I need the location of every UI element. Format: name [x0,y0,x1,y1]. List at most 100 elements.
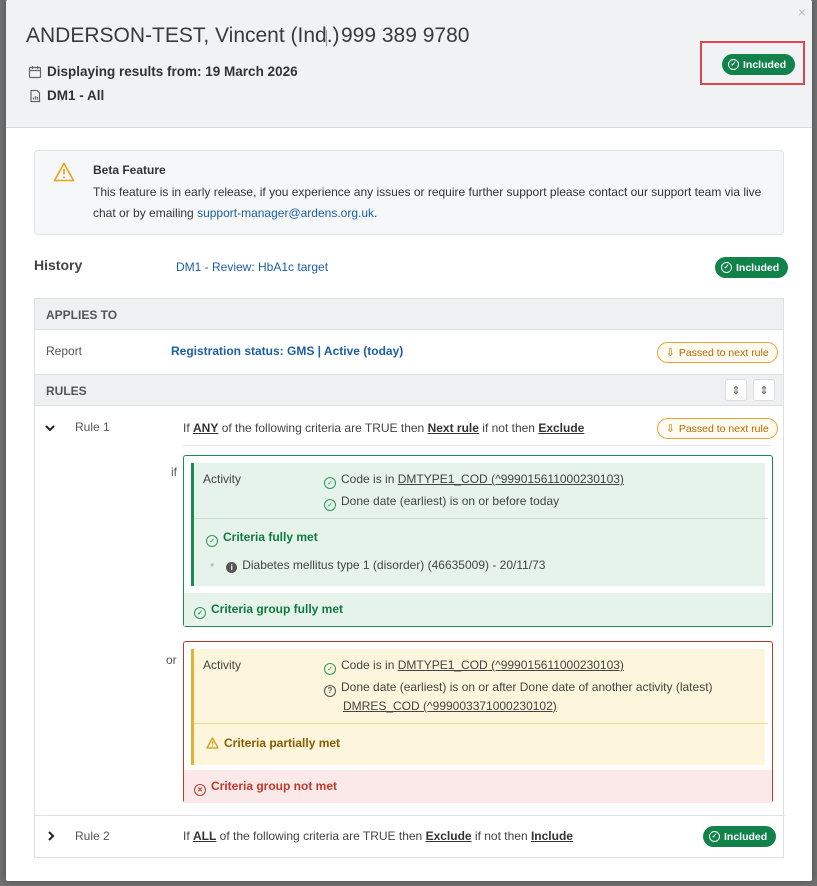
rules-heading: RULES [46,384,87,398]
rule-2-divider [35,815,785,816]
result-modal: × ANDERSON-TEST, Vincent (Ind.) 999 389 … [6,0,812,881]
header-status-badge: ✓ Included [722,54,796,75]
rule-1-description: If ANY of the following criteria are TRU… [183,421,584,435]
rule-2-then: Exclude [425,829,472,843]
beta-body: This feature is in early release, if you… [93,182,783,224]
chevron-right-icon[interactable] [46,830,56,842]
criterion-1b-text: Done date (earliest) is on or before tod… [341,494,560,508]
check-circle-icon: ✓ [324,499,336,511]
criterion-2b-ref: (^999003371000230102) [419,699,557,713]
info-icon: i [226,562,238,573]
close-icon[interactable]: × [798,4,806,20]
modal-header: × ANDERSON-TEST, Vincent (Ind.) 999 389 … [6,0,812,128]
group-1-status-label: Criteria group fully met [211,602,344,616]
header-divider [326,30,327,46]
rule-1-label: Rule 1 [75,420,110,434]
displaying-results-label: Displaying results from: 19 March 2026 [47,64,298,79]
rule-2-text-pre: If [183,829,194,843]
chevron-down-icon[interactable] [44,423,56,433]
header-status-label: Included [743,58,787,71]
history-label: History [34,257,83,273]
rule-1-text-mid2: if not then [478,421,539,435]
criterion-2b-text: Done date (earliest) is on or after Done… [341,680,713,694]
criterion-1a-code[interactable]: DMTYPE1_COD [398,472,488,486]
criterion-1b: ✓ Done date (earliest) is on or before to… [324,494,559,511]
criterion-2a: ✓ Code is in DMTYPE1_COD (^99901561100023… [324,658,624,675]
connector-or: or [166,653,177,667]
check-circle-icon: ✓ [728,59,739,70]
criteria-1-met: ✓ Criteria fully met [206,530,318,547]
applies-to-heading: APPLIES TO [46,308,118,322]
criteria-group-1: Activity ✓ Code is in DMTYPE1_COD (^99901… [183,455,773,627]
history-link[interactable]: DM1 - Review: HbA1c target [176,260,328,274]
bullet-icon: • [210,558,215,572]
collapse-icon: ⇕ [731,384,741,397]
criterion-1a: ✓ Code is in DMTYPE1_COD (^99901561100023… [324,472,624,489]
group-2-status-label: Criteria group not met [211,779,338,793]
report-row: DM1 - All [28,88,104,103]
applies-to-header: APPLIES TO [35,298,783,330]
arrow-down-icon: ⇩ [666,422,675,435]
support-email-link[interactable]: support-manager@ardens.org.uk [197,206,374,220]
criterion-2a-ref: (^999015611000230103) [487,658,624,672]
criteria-group-2: Activity ✓ Code is in DMTYPE1_COD (^99901… [183,641,773,803]
group-2-footer: ✕ Criteria group not met [184,770,772,803]
applies-status-badge: ⇩ Passed to next rule [657,342,778,363]
criteria-2-partial-label: Criteria partially met [224,736,341,750]
patient-name: ANDERSON-TEST, Vincent (Ind.) [26,24,340,47]
evidence-item: • i Diabetes mellitus type 1 (disorder) (4… [210,558,545,573]
displaying-results-row: Displaying results from: 19 March 2026 [28,64,298,79]
document-chart-icon [30,89,41,102]
check-circle-icon: ✓ [324,663,336,675]
expand-all-button[interactable]: ⇕ [753,379,775,401]
history-status-badge: ✓ Included [715,257,789,278]
rule-1-else: Exclude [538,421,585,435]
report-label: DM1 - All [47,88,105,103]
rule-2-else: Include [530,829,573,843]
calendar-icon [28,65,42,78]
check-circle-icon: ✓ [721,262,732,273]
activity-1-label: Activity [203,472,242,486]
criterion-2a-pre: Code is in [341,658,398,672]
beta-title: Beta Feature [93,163,166,177]
beta-body-text: This feature is in early release, if you… [93,185,762,220]
criterion-2b-code-line: DMRES_COD (^999003371000230102) [343,699,557,713]
group-2-status: ✕ Criteria group not met [194,779,337,796]
criteria-2-panel: Activity ✓ Code is in DMTYPE1_COD (^99901… [191,649,768,765]
connector-if: if [171,465,177,479]
check-circle-icon: ✓ [324,477,336,489]
rule-1-text-mid: of the following criteria are TRUE then [218,421,428,435]
expand-icon: ⇕ [759,384,769,397]
criterion-2a-code[interactable]: DMTYPE1_COD [398,658,488,672]
rules-table: APPLIES TO Report Registration status: G… [34,298,785,858]
check-circle-icon: ✓ [709,831,720,842]
rule-2-text-mid: of the following criteria are TRUE then [216,829,426,843]
rule-1-status-label: Passed to next rule [678,422,769,435]
arrow-down-icon: ⇩ [666,346,675,359]
rule-2-status-label: Included [724,830,768,843]
rule-2-description: If ALL of the following criteria are TRU… [183,829,573,843]
rule-1-status-badge: ⇩ Passed to next rule [657,418,778,439]
group-1-footer: ✓ Criteria group fully met [184,593,772,626]
registration-status-link[interactable]: Registration status: GMS | Active (today… [171,344,403,358]
warning-icon [53,162,75,182]
rule-1-divider [183,445,771,446]
evidence-text: Diabetes mellitus type 1 (disorder) (466… [242,558,546,572]
check-circle-icon: ✓ [206,535,218,547]
activity-2-label: Activity [203,658,242,672]
beta-body-suffix: . [374,206,378,220]
rules-header: RULES ⇕ ⇕ [35,374,783,406]
rule-1-then: Next rule [427,421,479,435]
beta-notice: Beta Feature This feature is in early re… [34,150,784,235]
applies-report-label: Report [46,344,83,358]
criterion-2b: ? Done date (earliest) is on or after Don… [324,680,713,697]
group-1-status: ✓ Criteria group fully met [194,602,343,619]
warning-icon [206,737,219,749]
applies-status-label: Passed to next rule [678,346,769,359]
rule-2-label: Rule 2 [75,829,110,843]
check-circle-icon: ✓ [194,607,206,619]
rule-2-all: ALL [193,829,217,843]
collapse-all-button[interactable]: ⇕ [725,379,747,401]
criterion-2b-code[interactable]: DMRES_COD [343,699,420,713]
criteria-1-panel: Activity ✓ Code is in DMTYPE1_COD (^99901… [191,463,768,586]
